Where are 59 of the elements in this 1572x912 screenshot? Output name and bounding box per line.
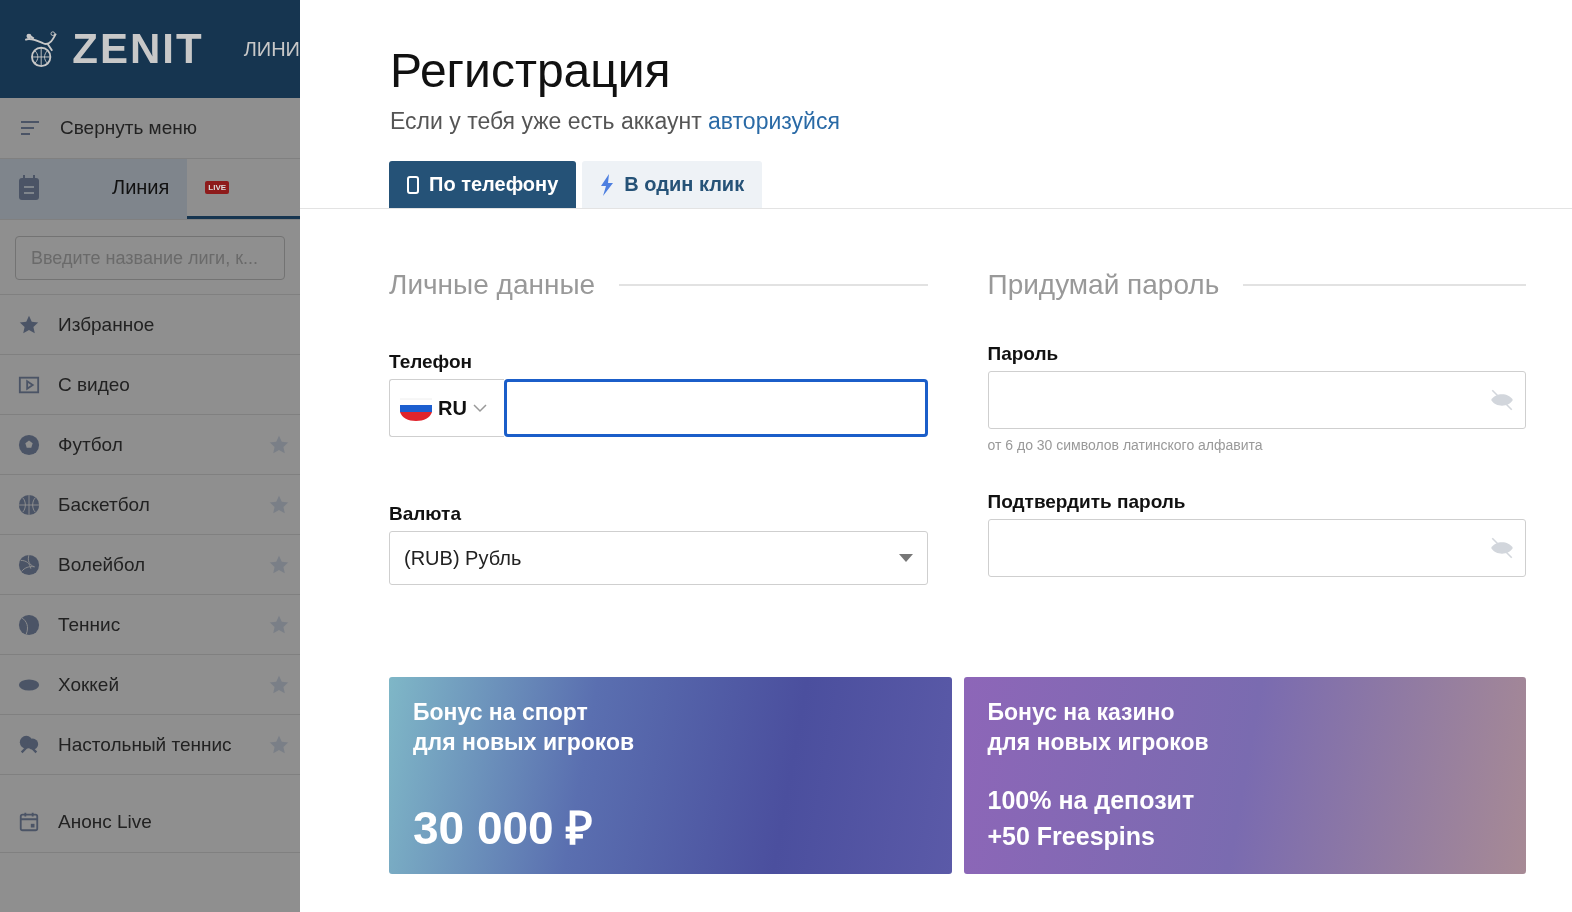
soccer-ball-icon xyxy=(18,433,40,456)
menu-icon xyxy=(20,120,40,136)
sidebar-item-label: Анонс Live xyxy=(58,811,153,833)
sidebar-item-label: Избранное xyxy=(58,313,156,336)
sidebar-item[interactable]: Настольный теннис xyxy=(0,715,300,775)
calendar-icon xyxy=(18,174,40,201)
ping-pong-icon xyxy=(18,733,40,756)
basketball-icon xyxy=(18,493,40,516)
field-label: Телефон xyxy=(389,351,474,373)
tab-label: Линия xyxy=(112,176,170,199)
sidebar-item-label: Хоккей xyxy=(58,673,121,696)
eye-off-icon[interactable] xyxy=(1489,535,1515,561)
registration-tab[interactable]: В один клик xyxy=(582,161,763,208)
phone-icon xyxy=(407,175,419,194)
sidebar-item[interactable]: Хоккей xyxy=(0,655,300,715)
banner-title: Бонус на казино для новых игроков xyxy=(987,698,1210,757)
bonus-banner[interactable]: Бонус на спорт для новых игроков 30 000 ₽ xyxy=(389,677,952,874)
brand-name: ZENIT xyxy=(72,25,204,73)
login-link[interactable]: авторизуйся xyxy=(708,108,840,134)
volleyball-icon xyxy=(18,553,40,576)
registration-tab[interactable]: По телефону xyxy=(389,161,577,208)
country-select[interactable]: RU xyxy=(389,379,504,437)
confirm-password-field[interactable] xyxy=(987,519,1526,577)
sidebar-tab[interactable]: Линия xyxy=(0,159,188,219)
banner-offer: 30 000 ₽ xyxy=(413,802,595,854)
sidebar-item[interactable]: Волейбол xyxy=(0,535,300,595)
chevron-down-icon xyxy=(472,403,487,413)
sidebar-item-label: Теннис xyxy=(58,613,122,636)
phone-input[interactable] xyxy=(504,379,928,437)
sidebar-item-label: Футбол xyxy=(58,433,124,456)
lightning-icon xyxy=(600,173,615,196)
field-label: Валюта xyxy=(389,503,462,525)
banner-offer: 100% на депозит +50 Freespins xyxy=(987,785,1196,852)
password-hint: от 6 до 30 символов латинского алфавита xyxy=(987,437,1264,453)
sidebar-item[interactable]: Футбол xyxy=(0,415,300,475)
collapse-menu-label: Свернуть меню xyxy=(60,117,197,139)
tennis-ball-icon xyxy=(18,613,40,636)
currency-select[interactable]: (RUB) Рубль xyxy=(389,531,928,585)
calendar-icon xyxy=(18,811,40,833)
sidebar-item-label: Волейбол xyxy=(58,553,147,576)
dropdown-caret-icon xyxy=(898,554,913,562)
sidebar-item-label: Настольный теннис xyxy=(58,733,233,756)
live-badge: LIVE xyxy=(205,181,230,194)
bonus-banner[interactable]: Бонус на казино для новых игроков 100% на депозит +50 Freespins xyxy=(963,677,1526,874)
section-heading: Придумай пароль xyxy=(987,269,1220,301)
login-prompt: Если у тебя уже есть аккаунт авторизуйся xyxy=(390,108,841,135)
sidebar-item-label: Баскетбол xyxy=(58,493,151,516)
page-title: Регистрация xyxy=(390,43,672,99)
flag-icon xyxy=(400,395,432,421)
field-label: Подтвердить пароль xyxy=(987,491,1187,513)
section-heading: Личные данные xyxy=(389,269,596,301)
field-label: Пароль xyxy=(987,343,1060,365)
eye-off-icon[interactable] xyxy=(1489,387,1515,413)
sidebar-item[interactable]: Баскетбол xyxy=(0,475,300,535)
password-field[interactable] xyxy=(987,371,1526,429)
banner-title: Бонус на спорт для новых игроков xyxy=(413,698,636,757)
sidebar-item[interactable]: Теннис xyxy=(0,595,300,655)
nav-link[interactable]: ЛИНИ xyxy=(243,37,300,61)
sidebar-item-label: С видео xyxy=(58,373,131,396)
